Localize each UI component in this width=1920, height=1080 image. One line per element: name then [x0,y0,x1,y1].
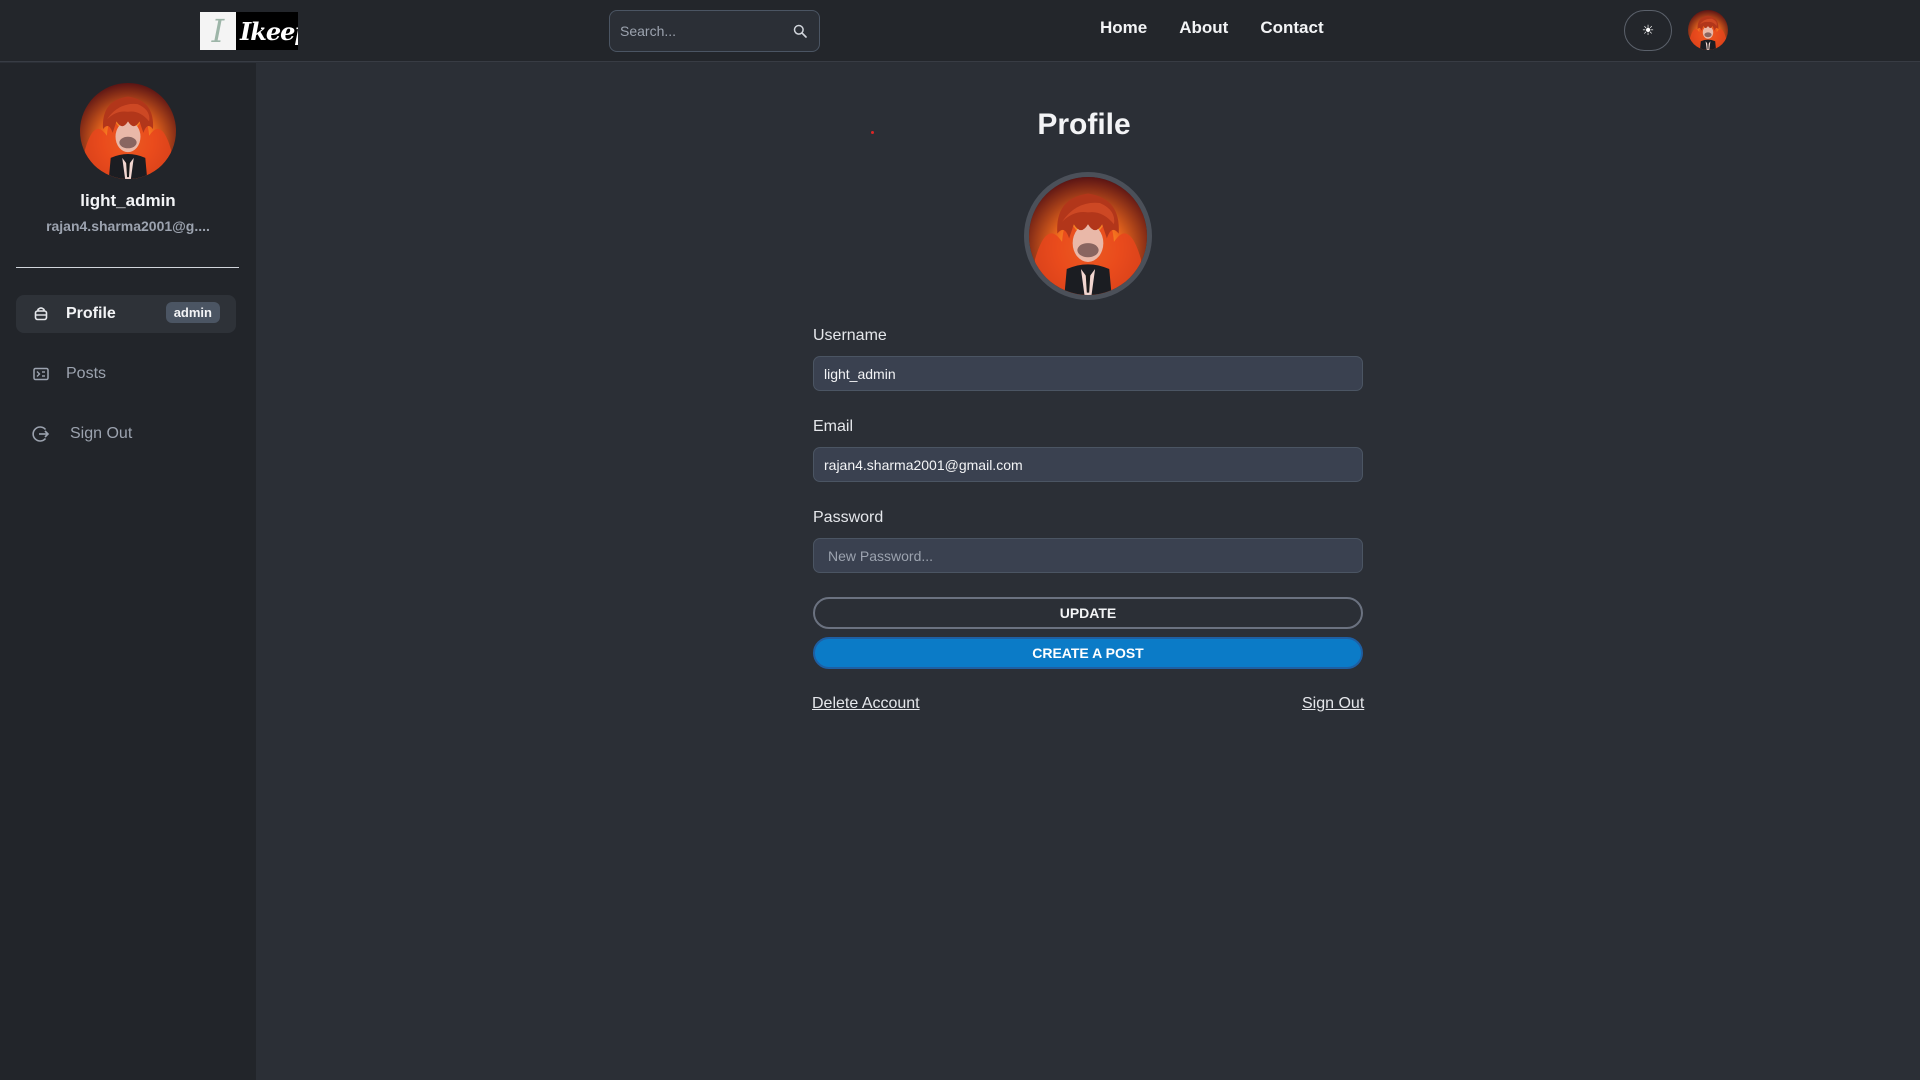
nav-home-link[interactable]: Home [1100,18,1147,38]
role-badge: admin [165,302,220,323]
posts-icon [33,367,49,381]
user-avatar-button[interactable] [1688,10,1728,50]
sidebar-item-label: Sign Out [70,425,133,442]
search-input[interactable] [620,11,780,51]
profile-avatar[interactable] [1024,172,1152,300]
password-input[interactable] [813,538,1363,573]
sign-out-icon [32,426,50,442]
site-logo[interactable]: I Ikeep [200,12,298,50]
sidebar-divider [16,267,239,268]
sidebar-item-sign-out[interactable]: Sign Out [16,415,236,453]
sun-icon: ☀ [1641,22,1655,38]
user-icon [34,307,48,321]
avatar-image [1688,10,1728,50]
nav-contact-link[interactable]: Contact [1260,18,1323,38]
delete-account-link[interactable]: Delete Account [812,695,920,713]
search-box [609,10,820,52]
sidebar-item-posts[interactable]: Posts [16,355,236,393]
logo-text: Ikeep [236,12,298,50]
decorative-dot [871,131,874,134]
sidebar-username: light_admin [80,191,176,210]
avatar-image [80,83,176,179]
sidebar-avatar [80,83,176,179]
username-input[interactable] [813,356,1363,391]
sidebar-item-profile[interactable]: Profile admin [16,295,236,333]
sign-out-link[interactable]: Sign Out [1302,695,1364,713]
username-label: Username [813,327,887,344]
password-label: Password [813,509,884,526]
avatar-image [1029,177,1147,295]
update-button[interactable]: UPDATE [813,597,1363,629]
sidebar-item-label: Profile [66,305,116,322]
logo-letter: I [200,12,236,50]
main-nav: Home About Contact [1100,18,1324,38]
sidebar: light_admin rajan4.sharma2001@g.... Prof… [0,63,256,1080]
email-input[interactable] [813,447,1363,482]
sidebar-email: rajan4.sharma2001@g.... [46,218,210,234]
theme-toggle-button[interactable]: ☀ [1624,10,1672,51]
page-title: Profile [1037,108,1131,141]
search-icon[interactable] [793,24,807,38]
create-post-button[interactable]: CREATE A POST [813,637,1363,669]
top-navbar: I Ikeep Home About Contact ☀ [0,0,1920,62]
sidebar-item-label: Posts [66,365,107,382]
email-label: Email [813,418,854,435]
nav-about-link[interactable]: About [1179,18,1228,38]
